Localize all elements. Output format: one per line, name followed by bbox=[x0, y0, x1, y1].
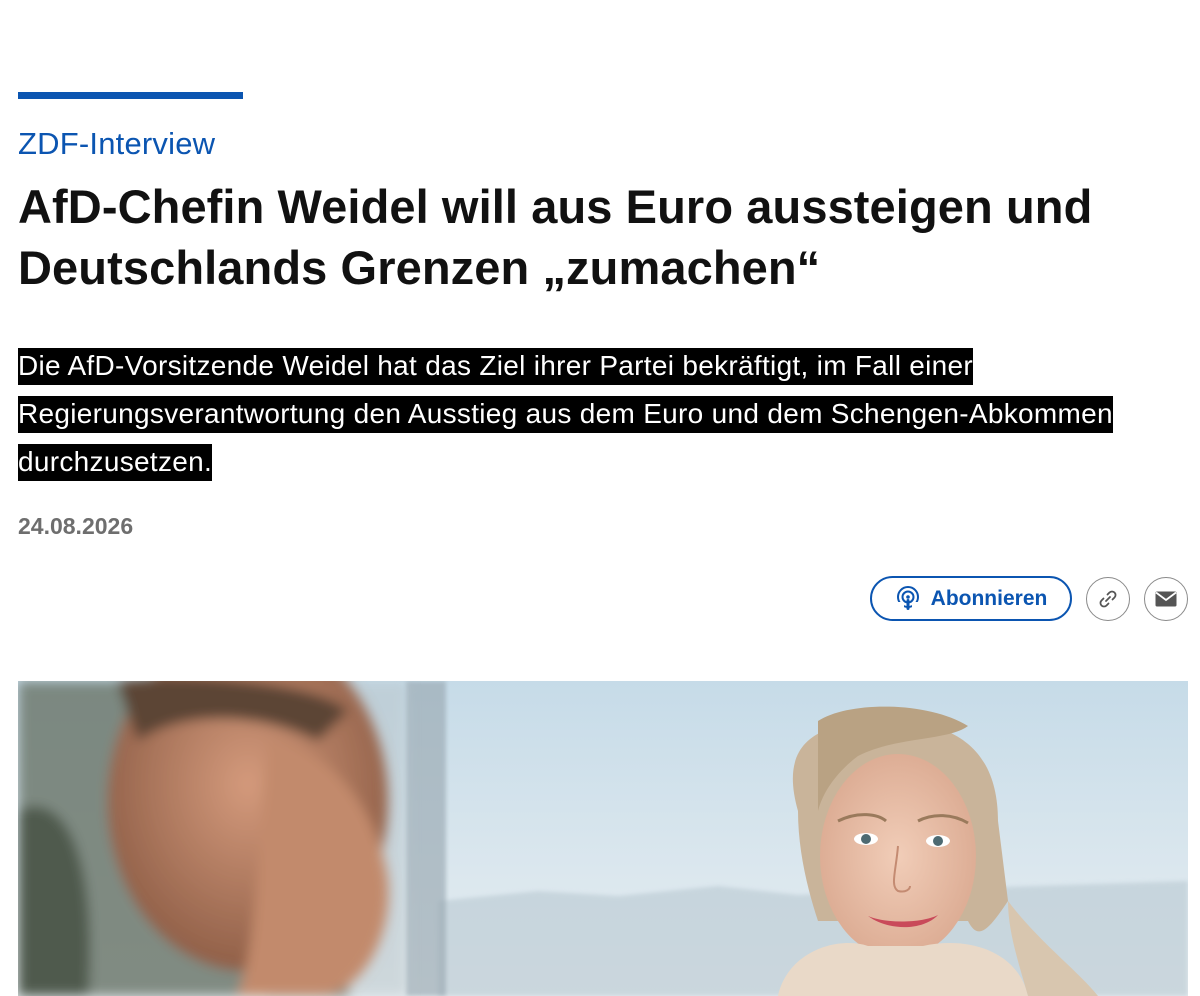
hero-photo-illustration bbox=[18, 681, 1188, 996]
subscribe-button[interactable]: Abonnieren bbox=[870, 576, 1072, 621]
copy-link-button[interactable] bbox=[1086, 576, 1130, 621]
article-lead[interactable]: Die AfD-Vorsitzende Weidel hat das Ziel … bbox=[18, 342, 1118, 486]
article-actions: Abonnieren bbox=[870, 576, 1188, 621]
selected-lead-text[interactable]: Die AfD-Vorsitzende Weidel hat das Ziel … bbox=[18, 348, 1113, 481]
mail-icon bbox=[1154, 589, 1178, 609]
article-date: 24.08.2026 bbox=[18, 513, 134, 539]
share-mail-button[interactable] bbox=[1144, 576, 1188, 621]
accent-bar bbox=[18, 92, 243, 99]
podcast-icon bbox=[895, 585, 921, 612]
subscribe-label: Abonnieren bbox=[930, 586, 1048, 610]
article-headline: AfD-Chefin Weidel will aus Euro aussteig… bbox=[18, 180, 1093, 294]
article-kicker: ZDF-Interview bbox=[18, 126, 216, 161]
article-hero-image bbox=[18, 681, 1188, 996]
link-icon bbox=[1096, 587, 1120, 611]
article-page: ZDF-Interview AfD-Chefin Weidel will aus… bbox=[0, 0, 1200, 996]
